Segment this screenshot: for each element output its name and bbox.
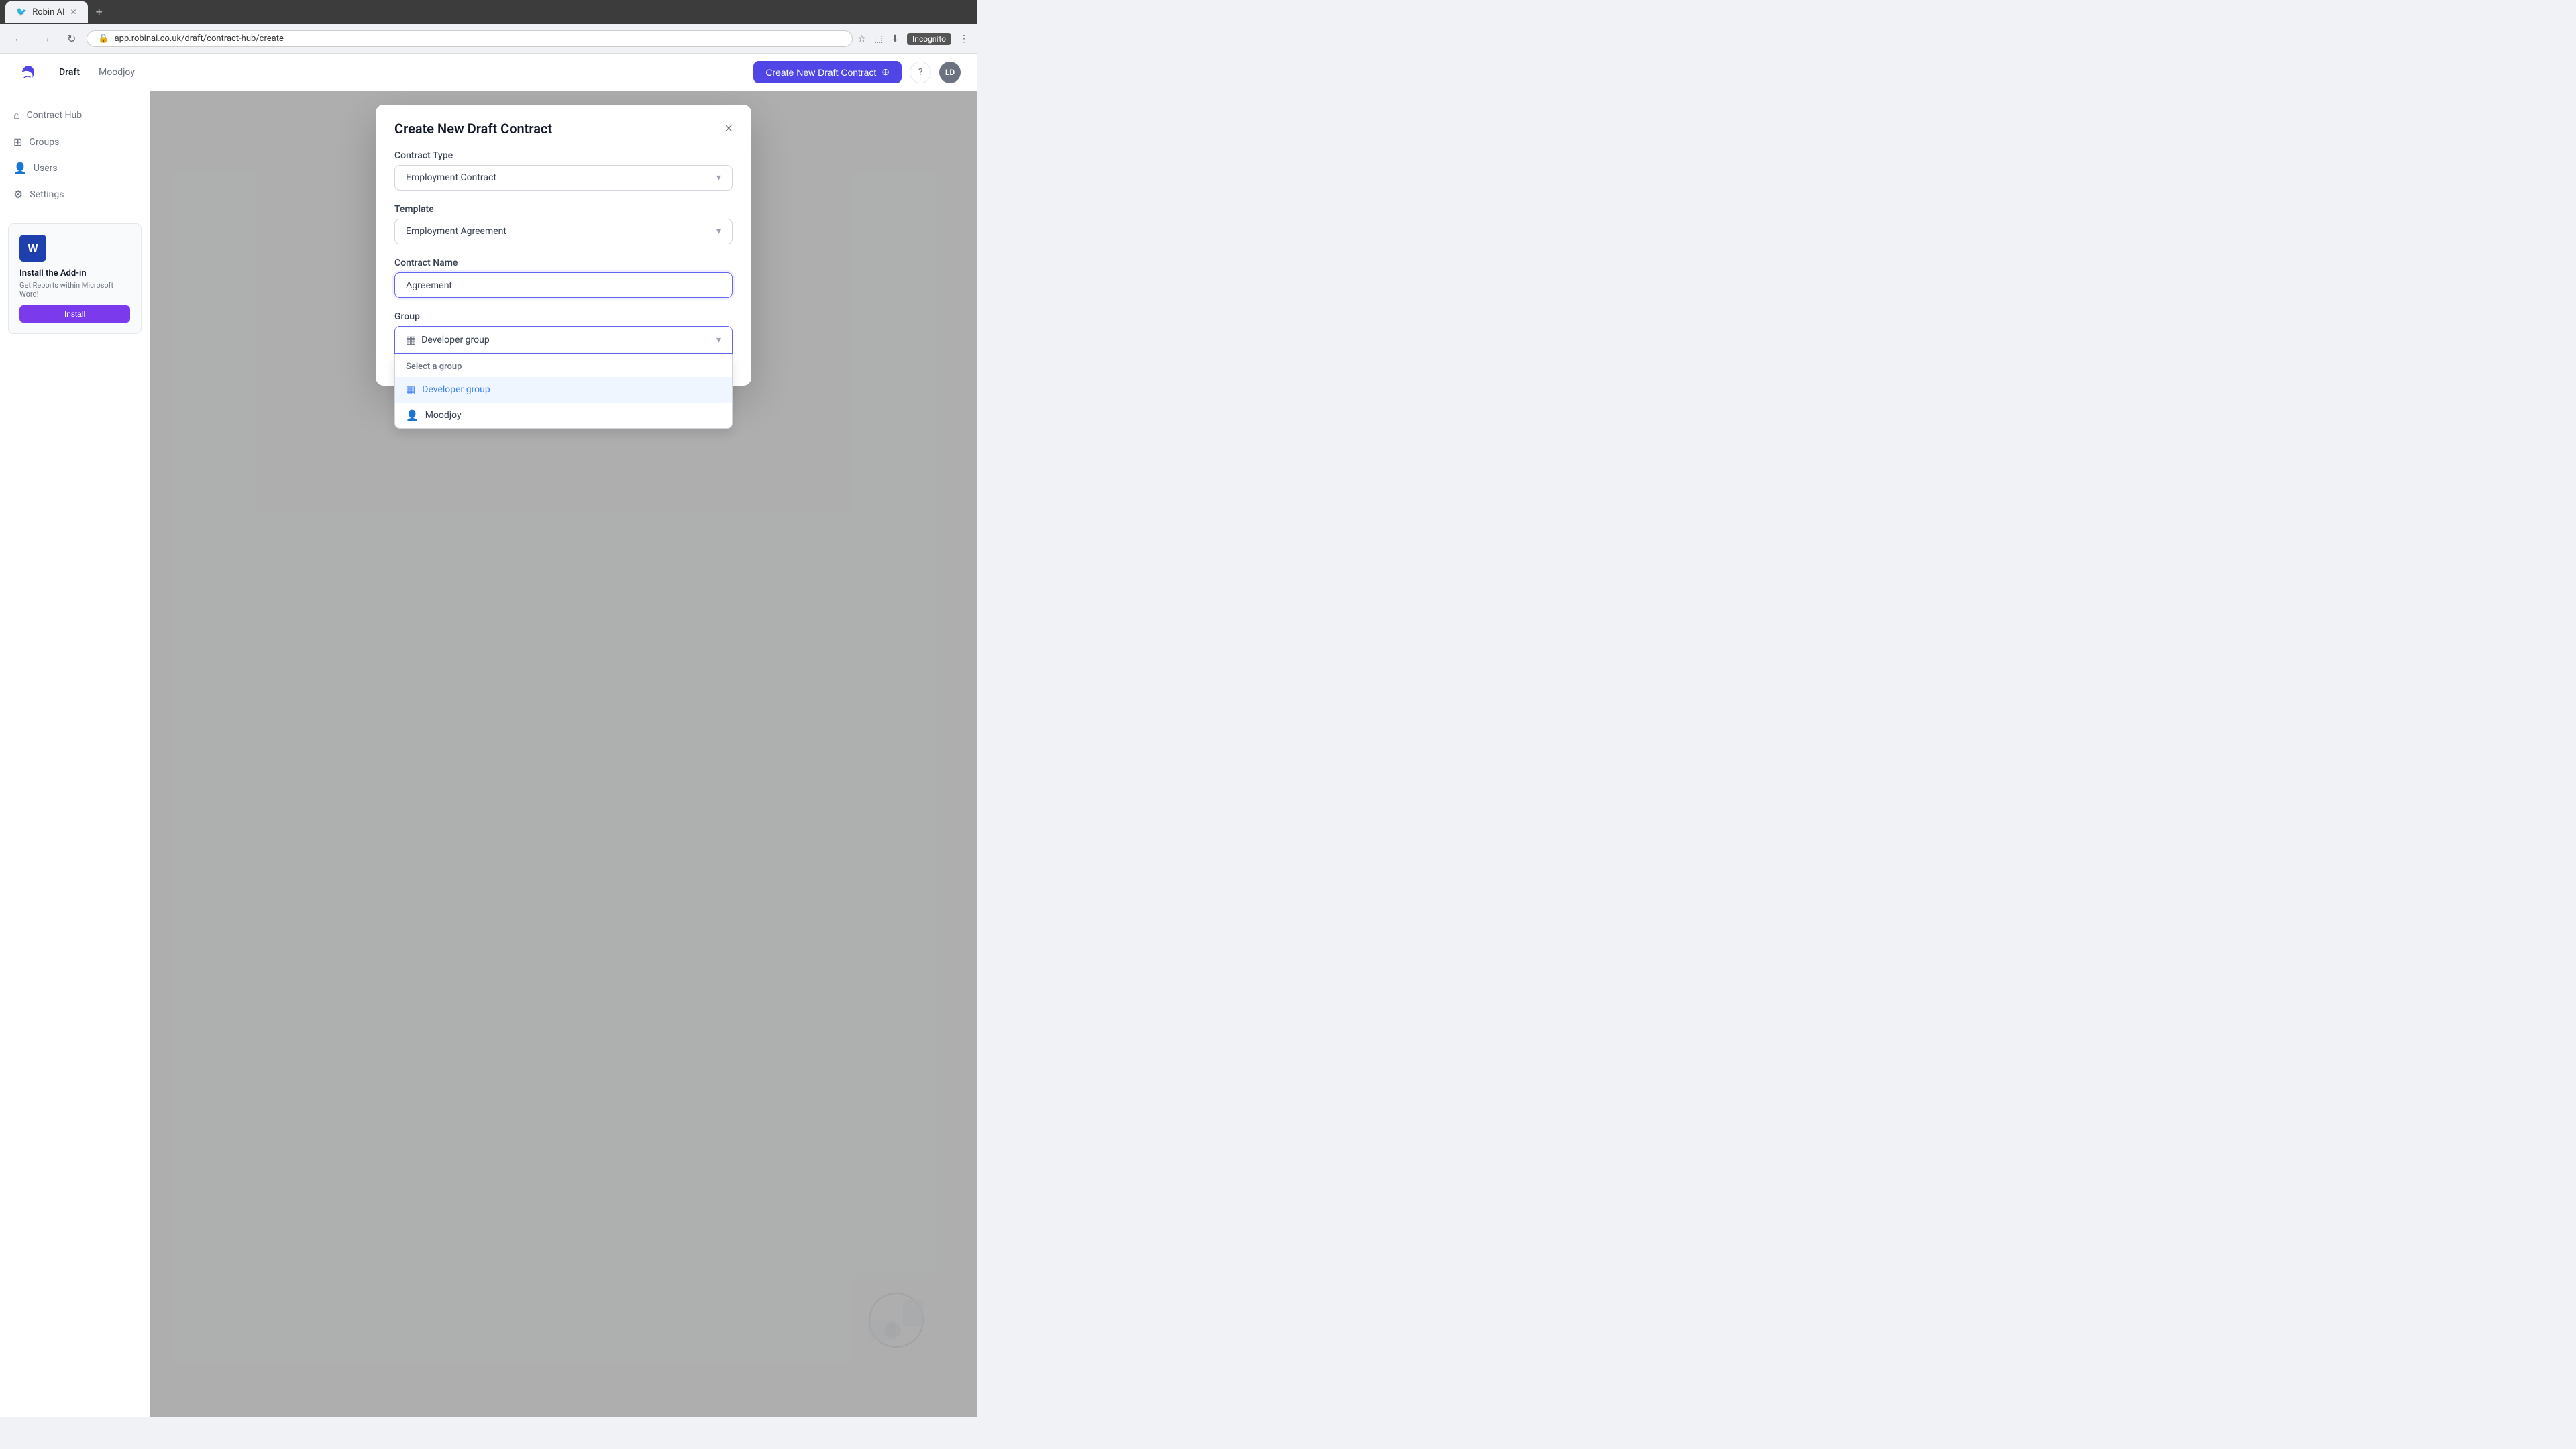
question-icon: ? bbox=[918, 67, 923, 78]
sidebar-item-users[interactable]: 👤 Users bbox=[0, 155, 150, 181]
template-chevron-icon: ▾ bbox=[716, 226, 721, 237]
addon-title: Install the Add-in bbox=[19, 268, 130, 278]
tab-bar: 🐦 Robin AI ✕ + bbox=[0, 0, 977, 24]
group-select-display: ▦ Developer group bbox=[406, 333, 490, 346]
modal-close-button[interactable]: × bbox=[724, 122, 733, 136]
sidebar-label-groups: Groups bbox=[29, 137, 59, 148]
sidebar-label-contract-hub: Contract Hub bbox=[27, 110, 82, 121]
avatar: LD bbox=[939, 62, 961, 83]
install-button[interactable]: Install bbox=[19, 305, 130, 323]
nav-right: ☆ ⬚ ⬇ Incognito ⋮ bbox=[858, 33, 969, 45]
contract-type-select[interactable]: Employment Contract ▾ bbox=[394, 165, 733, 191]
main-layout: ⌂ Contract Hub ⊞ Groups 👤 Users ⚙ Settin… bbox=[0, 91, 977, 1417]
new-tab-button[interactable]: + bbox=[91, 5, 108, 19]
app-header: Draft Moodjoy Create New Draft Contract … bbox=[0, 54, 977, 91]
nav-bar: ← → ↻ 🔒 app.robinai.co.uk/draft/contract… bbox=[0, 24, 977, 54]
back-button[interactable]: ← bbox=[8, 30, 30, 48]
user-icon: 👤 bbox=[13, 162, 27, 174]
dropdown-header: Select a group bbox=[395, 354, 732, 377]
forward-button[interactable]: → bbox=[35, 30, 56, 48]
modal-title: Create New Draft Contract bbox=[394, 121, 552, 137]
group-group: Group ▦ Developer group ▾ bbox=[394, 311, 733, 354]
template-label: Template bbox=[394, 204, 733, 215]
browser-window: 🐦 Robin AI ✕ + ← → ↻ 🔒 app.robinai.co.uk… bbox=[0, 0, 977, 54]
settings-icon: ⚙ bbox=[13, 188, 23, 201]
group-dropdown-menu: Select a group ▦ Developer group 👤 Moodj… bbox=[394, 354, 733, 429]
dropdown-item-moodjoy[interactable]: 👤 Moodjoy bbox=[395, 402, 732, 428]
sidebar-item-contract-hub[interactable]: ⌂ Contract Hub bbox=[0, 102, 150, 129]
extension-icon[interactable]: ⬚ bbox=[874, 34, 883, 44]
lock-icon: 🔒 bbox=[98, 34, 109, 44]
moodjoy-icon: 👤 bbox=[406, 409, 419, 421]
addon-card: W Install the Add-in Get Reports within … bbox=[8, 223, 142, 334]
dropdown-item-developer-group[interactable]: ▦ Developer group bbox=[395, 377, 732, 402]
nav-moodjoy[interactable]: Moodjoy bbox=[91, 63, 143, 82]
tab-label: Robin AI bbox=[32, 7, 64, 17]
group-label: Group bbox=[394, 311, 733, 322]
dropdown-scroll-area[interactable]: Select a group ▦ Developer group 👤 Moodj… bbox=[395, 354, 732, 428]
moodjoy-label: Moodjoy bbox=[425, 410, 462, 421]
create-draft-button[interactable]: Create New Draft Contract ⊕ bbox=[753, 61, 902, 83]
header-nav: Draft Moodjoy bbox=[51, 63, 743, 82]
url-text: app.robinai.co.uk/draft/contract-hub/cre… bbox=[115, 34, 284, 44]
content-area: Create New Draft Contract × Contract Typ… bbox=[150, 91, 977, 1417]
home-icon: ⌂ bbox=[13, 109, 20, 122]
template-group: Template Employment Agreement ▾ bbox=[394, 204, 733, 244]
star-icon[interactable]: ☆ bbox=[858, 34, 867, 44]
modal-body: Contract Type Employment Contract ▾ Temp… bbox=[376, 150, 751, 386]
reload-button[interactable]: ↻ bbox=[62, 30, 81, 48]
modal-overlay: Create New Draft Contract × Contract Typ… bbox=[150, 91, 977, 1417]
sidebar-label-users: Users bbox=[34, 163, 58, 174]
modal-dialog: Create New Draft Contract × Contract Typ… bbox=[376, 105, 751, 386]
tab-favicon: 🐦 bbox=[16, 7, 27, 17]
contract-name-group: Contract Name bbox=[394, 258, 733, 298]
contract-name-input[interactable] bbox=[394, 272, 733, 298]
tab-close-icon[interactable]: ✕ bbox=[70, 7, 77, 17]
contract-type-label: Contract Type bbox=[394, 150, 733, 161]
chevron-down-icon: ▾ bbox=[716, 172, 721, 183]
app-container: Draft Moodjoy Create New Draft Contract … bbox=[0, 54, 977, 1417]
grid-icon: ⊞ bbox=[13, 136, 22, 148]
contract-name-label: Contract Name bbox=[394, 258, 733, 268]
logo bbox=[16, 60, 40, 85]
nav-draft[interactable]: Draft bbox=[51, 63, 88, 82]
word-icon: W bbox=[19, 235, 46, 262]
sidebar-label-settings: Settings bbox=[30, 189, 64, 200]
addon-description: Get Reports within Microsoft Word! bbox=[19, 281, 130, 299]
incognito-badge: Incognito bbox=[907, 33, 951, 45]
download-icon[interactable]: ⬇ bbox=[891, 34, 899, 44]
developer-group-icon: ▦ bbox=[406, 384, 415, 396]
group-select[interactable]: ▦ Developer group ▾ bbox=[394, 326, 733, 354]
plus-circle-icon: ⊕ bbox=[881, 66, 890, 78]
sidebar-item-settings[interactable]: ⚙ Settings bbox=[0, 181, 150, 207]
create-btn-label: Create New Draft Contract bbox=[765, 67, 876, 78]
template-value: Employment Agreement bbox=[406, 226, 506, 237]
word-letter: W bbox=[28, 241, 38, 256]
group-value: Developer group bbox=[421, 335, 490, 345]
header-right: Create New Draft Contract ⊕ ? LD bbox=[753, 61, 961, 83]
developer-group-label: Developer group bbox=[422, 384, 490, 395]
group-chevron-icon: ▾ bbox=[716, 335, 721, 345]
browser-menu-icon[interactable]: ⋮ bbox=[959, 34, 969, 44]
address-bar[interactable]: 🔒 app.robinai.co.uk/draft/contract-hub/c… bbox=[87, 30, 852, 47]
template-select[interactable]: Employment Agreement ▾ bbox=[394, 219, 733, 244]
modal-header: Create New Draft Contract × bbox=[376, 105, 751, 150]
contract-type-value: Employment Contract bbox=[406, 172, 496, 183]
contract-type-group: Contract Type Employment Contract ▾ bbox=[394, 150, 733, 191]
help-button[interactable]: ? bbox=[910, 62, 931, 83]
active-tab[interactable]: 🐦 Robin AI ✕ bbox=[5, 1, 88, 23]
group-table-icon: ▦ bbox=[406, 333, 416, 346]
sidebar: ⌂ Contract Hub ⊞ Groups 👤 Users ⚙ Settin… bbox=[0, 91, 150, 1417]
sidebar-item-groups[interactable]: ⊞ Groups bbox=[0, 129, 150, 155]
